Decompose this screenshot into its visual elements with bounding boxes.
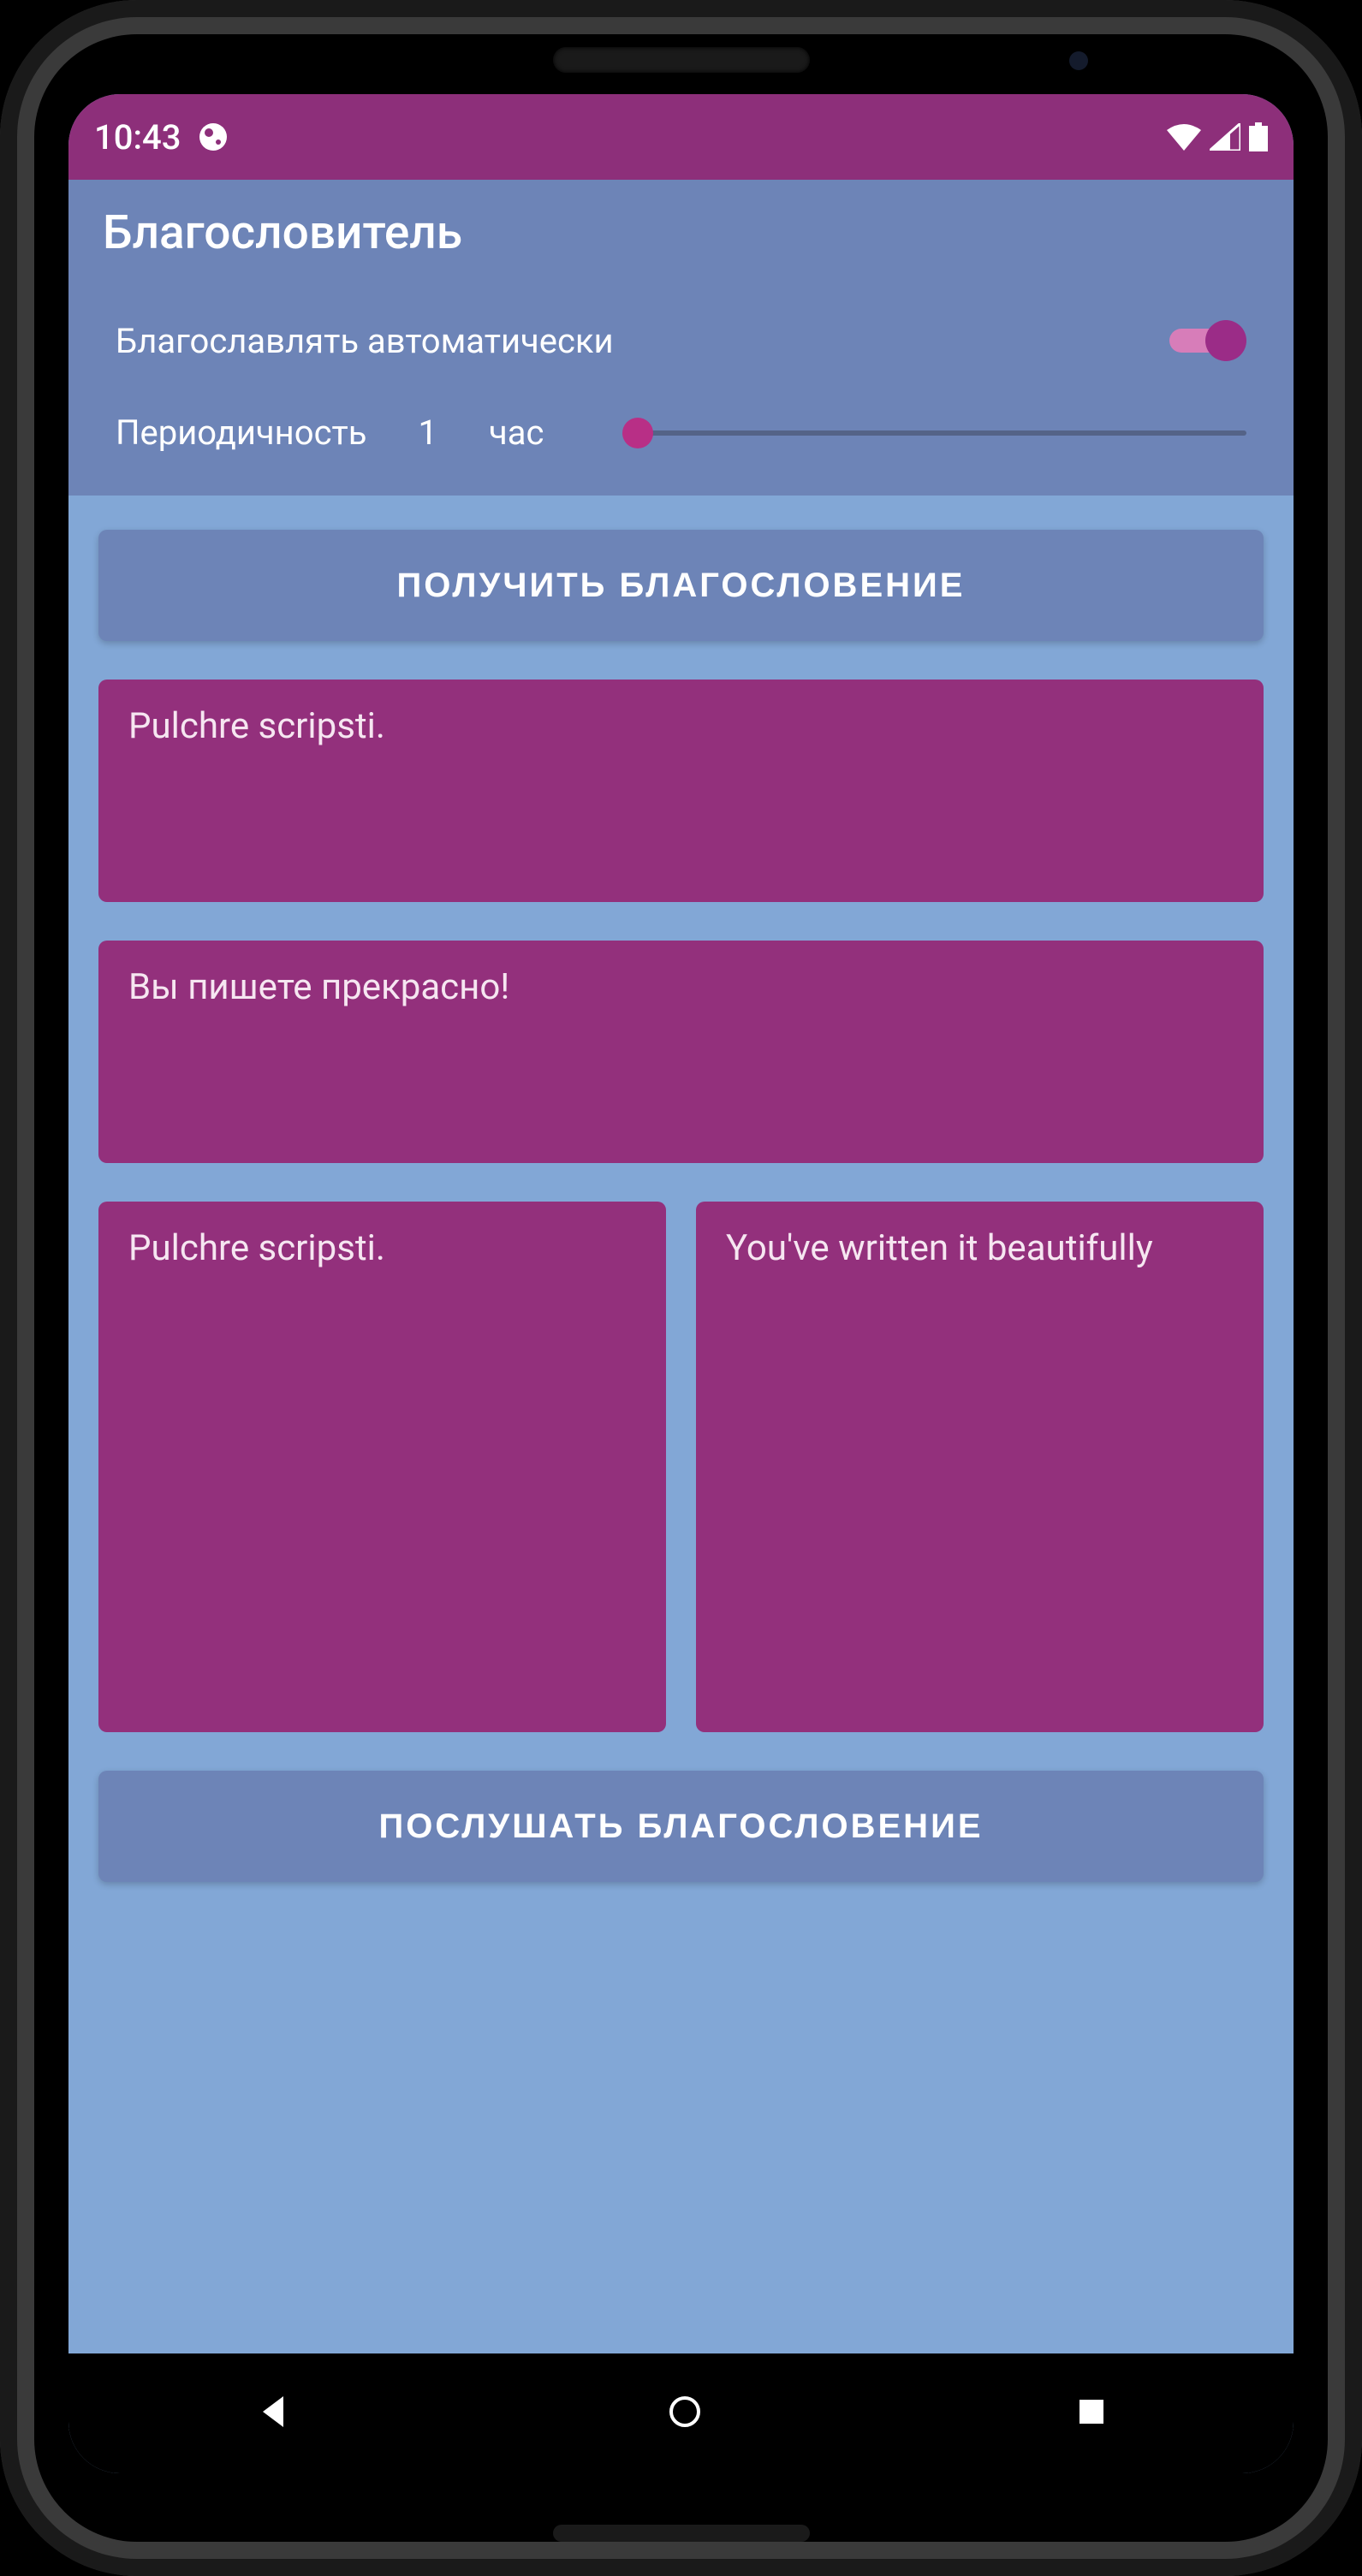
periodicity-value: 1	[418, 413, 437, 453]
main-content: ПОЛУЧИТЬ БЛАГОСЛОВЕНИЕ Pulchre scripsti.…	[68, 496, 1294, 2353]
status-time: 10:43	[94, 117, 181, 157]
android-nav-bar	[68, 2353, 1294, 2473]
auto-bless-label: Благославлять автоматически	[116, 321, 614, 361]
home-icon[interactable]	[668, 2395, 702, 2432]
blessing-card-russian: Вы пишете прекрасно!	[98, 941, 1264, 1163]
screen: 10:43 Благословитель	[68, 94, 1294, 2473]
wifi-icon	[1167, 123, 1201, 151]
listen-blessing-button[interactable]: ПОСЛУШАТЬ БЛАГОСЛОВЕНИЕ	[98, 1771, 1264, 1882]
auto-bless-row: Благославлять автоматически	[116, 320, 1246, 361]
slider-thumb[interactable]	[622, 418, 653, 448]
phone-speaker-bottom	[553, 2525, 810, 2542]
phone-frame: 10:43 Благословитель	[0, 0, 1362, 2576]
settings-panel: Благославлять автоматически Периодичност…	[68, 294, 1294, 496]
periodicity-slider[interactable]	[638, 430, 1246, 436]
signal-icon	[1210, 123, 1240, 151]
app-bar: Благословитель	[68, 180, 1294, 294]
periodicity-row: Периодичность 1 час	[116, 413, 1246, 453]
back-icon[interactable]	[256, 2393, 294, 2434]
auto-bless-toggle[interactable]	[1169, 320, 1246, 361]
periodicity-unit: час	[489, 413, 544, 453]
app-status-icon	[198, 122, 229, 152]
blessing-card-latin-2: Pulchre scripsti.	[98, 1202, 666, 1732]
blessing-card-latin: Pulchre scripsti.	[98, 680, 1264, 902]
recent-apps-icon[interactable]	[1076, 2396, 1107, 2431]
get-blessing-button[interactable]: ПОЛУЧИТЬ БЛАГОСЛОВЕНИЕ	[98, 530, 1264, 641]
app-title: Благословитель	[103, 205, 1259, 260]
phone-speaker-top	[553, 47, 810, 73]
battery-icon	[1249, 122, 1268, 151]
phone-camera	[1069, 51, 1088, 70]
periodicity-label: Периодичность	[116, 413, 366, 453]
blessing-card-pair: Pulchre scripsti. You've written it beau…	[98, 1202, 1264, 1732]
blessing-card-english: You've written it beautifully	[696, 1202, 1264, 1732]
status-bar: 10:43	[68, 94, 1294, 180]
